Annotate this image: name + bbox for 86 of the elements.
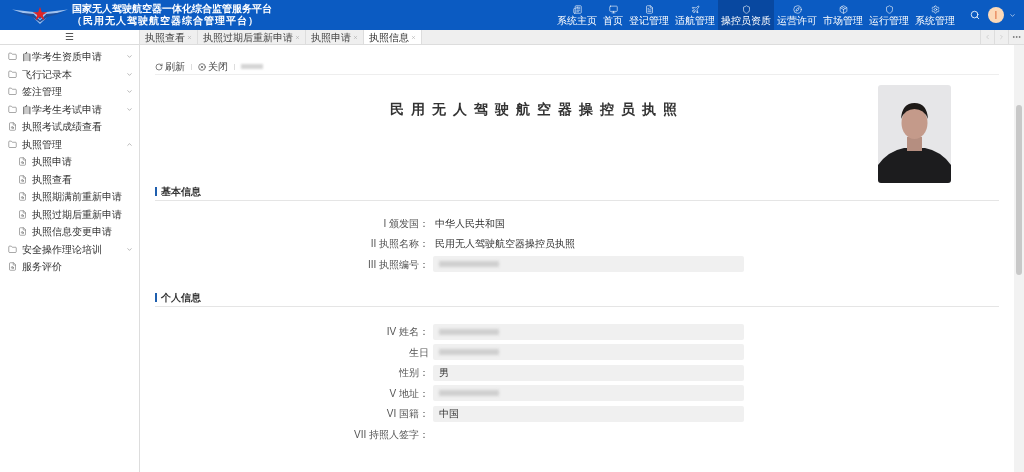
sidebar-item[interactable]: 执照信息变更申请	[0, 223, 139, 241]
chevron-down-icon[interactable]	[1009, 11, 1016, 19]
toolbar-button[interactable]: 刷新	[155, 59, 185, 74]
chevron-down-icon	[126, 105, 133, 113]
chevron-down-icon	[126, 53, 133, 61]
document-icon	[18, 157, 27, 167]
settings-icon	[930, 4, 940, 14]
wings-emblem-icon	[12, 5, 68, 25]
chevron-up-icon	[126, 140, 133, 148]
field-label: 性别：	[398, 366, 430, 381]
nav-tab[interactable]: 登记管理	[626, 0, 672, 30]
sidebar-item[interactable]: 服务评价	[0, 258, 139, 276]
document-icon	[18, 174, 27, 184]
plane-icon	[690, 4, 700, 14]
field-value: 男	[433, 364, 744, 381]
sidebar-item[interactable]: 执照管理	[0, 135, 139, 153]
page-tab[interactable]: 执照信息	[364, 30, 422, 44]
close-icon[interactable]	[295, 34, 300, 40]
document-icon	[8, 262, 17, 272]
blurred-mark	[439, 349, 499, 356]
document-icon	[18, 209, 27, 219]
nav-tab[interactable]: 系统主页	[554, 0, 600, 30]
chevron-down-icon	[126, 88, 133, 96]
sidebar-item[interactable]: 签注管理	[0, 83, 139, 101]
platform-title: 国家无人驾驶航空器一体化综合监管服务平台	[72, 3, 272, 15]
close-icon[interactable]	[353, 34, 358, 40]
field-label: II 执照名称：	[369, 237, 430, 252]
sidebar-item[interactable]: 执照申请	[0, 153, 139, 171]
folder-icon	[8, 244, 17, 254]
nav-tab[interactable]: 适航管理	[672, 0, 718, 30]
license-title: 民用无人驾驶航空器操控员执照	[389, 100, 684, 117]
section-heading: 基本信息	[161, 185, 201, 199]
field-label: IV 姓名：	[385, 325, 430, 340]
nav-tab[interactable]: 首页	[600, 0, 626, 30]
refresh-icon	[155, 62, 163, 71]
document-icon	[644, 4, 654, 14]
folder-icon	[8, 104, 17, 114]
search-icon[interactable]	[970, 10, 980, 20]
sidebar-item[interactable]: 执照查看	[0, 170, 139, 188]
sidebar-item[interactable]: 自学考生资质申请	[0, 48, 139, 66]
field-label: 生日	[408, 345, 430, 360]
document-icon	[18, 227, 27, 237]
close-icon	[198, 62, 206, 71]
section-heading: 个人信息	[161, 290, 201, 305]
newspaper-icon	[572, 4, 582, 14]
scrollbar[interactable]	[1014, 45, 1024, 472]
platform-subtitle: （民用无人驾驶航空器综合管理平台）	[72, 15, 260, 27]
nav-tab[interactable]: 运营许可	[774, 0, 820, 30]
field-label: VII 持照人签字：	[353, 427, 430, 442]
field-value: 中国	[433, 405, 744, 422]
field-value: 中华人民共和国	[435, 216, 505, 231]
sidebar-item[interactable]: 执照过期后重新申请	[0, 205, 139, 223]
field-value: 民用无人驾驶航空器操控员执照	[435, 237, 575, 252]
shield-icon	[741, 4, 751, 14]
folder-icon	[8, 69, 17, 79]
field-label: III 执照编号：	[366, 257, 430, 272]
field-label: I 颁发国：	[382, 216, 430, 231]
folder-icon	[8, 52, 17, 62]
blurred-mark	[439, 261, 499, 268]
box-icon	[838, 4, 848, 14]
blurred-mark	[439, 328, 499, 335]
field-label: V 地址：	[388, 386, 430, 401]
field-label: VI 国籍：	[385, 407, 430, 422]
folder-icon	[8, 139, 17, 149]
sidebar-item[interactable]: 安全操作理论培训	[0, 240, 139, 258]
blurred-mark	[439, 390, 499, 397]
chevron-down-icon	[126, 70, 133, 78]
compass-icon	[792, 4, 802, 14]
document-icon	[18, 192, 27, 202]
nav-tab[interactable]: 市场管理	[820, 0, 866, 30]
folder-icon	[8, 87, 17, 97]
monitor-icon	[608, 4, 618, 14]
shield-icon	[884, 4, 894, 14]
chevron-down-icon	[126, 245, 133, 253]
sidebar-item[interactable]: 执照考试成绩查看	[0, 118, 139, 136]
nav-tab[interactable]: 操控员资质	[718, 0, 774, 30]
close-icon[interactable]	[411, 34, 416, 40]
close-icon[interactable]	[187, 34, 192, 40]
nav-tab[interactable]: 系统管理	[912, 0, 958, 30]
sidebar-item[interactable]: 自学考生考试申请	[0, 100, 139, 118]
toolbar-button[interactable]: 关闭	[198, 59, 228, 74]
nav-tab[interactable]: 运行管理	[866, 0, 912, 30]
document-icon	[8, 122, 17, 132]
sidebar-item[interactable]: 执照期满前重新申请	[0, 188, 139, 206]
sidebar-item[interactable]: 飞行记录本	[0, 65, 139, 83]
blurred-mark	[241, 64, 263, 69]
